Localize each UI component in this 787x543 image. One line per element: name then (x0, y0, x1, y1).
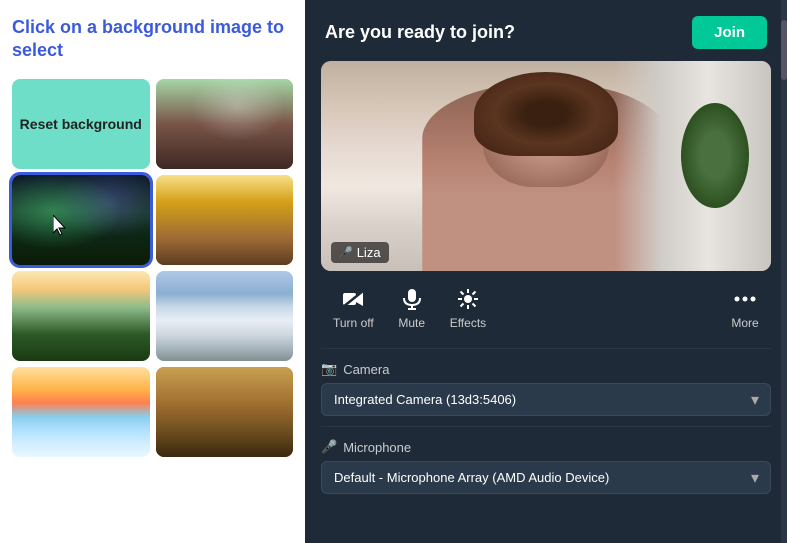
camera-select-wrapper: Integrated Camera (13d3:5406) (321, 383, 771, 416)
video-header: Are you ready to join? Join (305, 0, 787, 61)
video-off-icon (339, 285, 367, 313)
ready-text: Are you ready to join? (325, 22, 515, 43)
microphone-icon: 🎤 (321, 439, 337, 455)
camera-section: 📷 Camera Integrated Camera (13d3:5406) (305, 353, 787, 422)
more-icon (731, 285, 759, 313)
divider-2 (321, 426, 771, 427)
join-button[interactable]: Join (692, 16, 767, 49)
more-control[interactable]: More (719, 281, 771, 334)
bg-chairs[interactable] (156, 175, 294, 265)
camera-icon: 📷 (321, 361, 337, 377)
left-panel: Click on a background image to select Re… (0, 0, 305, 543)
bg-mountains[interactable] (156, 271, 294, 361)
effects-label: Effects (450, 316, 486, 330)
bg-cafe[interactable] (156, 79, 294, 169)
bg-resort[interactable] (156, 367, 294, 457)
turn-off-label: Turn off (333, 316, 374, 330)
bg-aurora[interactable] (12, 175, 150, 265)
video-container: 🎤 Liza (321, 61, 771, 271)
scrollbar[interactable] (781, 0, 787, 543)
mute-label: Mute (398, 316, 425, 330)
video-person (321, 61, 771, 271)
microphone-section: 🎤 Microphone Default - Microphone Array … (305, 431, 787, 500)
camera-label: 📷 Camera (321, 361, 771, 377)
microphone-label: 🎤 Microphone (321, 439, 771, 455)
bg-sunset[interactable] (12, 367, 150, 457)
bg-reset[interactable]: Reset background (12, 79, 150, 169)
microphone-select[interactable]: Default - Microphone Array (AMD Audio De… (321, 461, 771, 494)
divider-1 (321, 348, 771, 349)
scrollbar-thumb (781, 20, 787, 80)
right-panel: Are you ready to join? Join 🎤 Liza (305, 0, 787, 543)
instruction-text: Click on a background image to select (12, 16, 293, 63)
controls-bar: Turn off Mute (305, 271, 787, 344)
name-badge: 🎤 Liza (331, 242, 389, 263)
microphone-label-text: Microphone (343, 440, 411, 455)
microphone-select-wrapper: Default - Microphone Array (AMD Audio De… (321, 461, 771, 494)
mic-mute-icon (398, 285, 426, 313)
effects-icon (454, 285, 482, 313)
background-grid: Reset background (12, 79, 293, 457)
effects-control[interactable]: Effects (438, 281, 498, 334)
camera-label-text: Camera (343, 362, 389, 377)
reset-label: Reset background (20, 115, 142, 133)
camera-select[interactable]: Integrated Camera (13d3:5406) (321, 383, 771, 416)
turn-off-control[interactable]: Turn off (321, 281, 386, 334)
user-name: Liza (357, 245, 381, 260)
mute-control[interactable]: Mute (386, 281, 438, 334)
more-label: More (731, 316, 758, 330)
mic-icon: 🎤 (339, 246, 353, 259)
hair (474, 72, 618, 156)
bg-forest[interactable] (12, 271, 150, 361)
bg-plant (681, 103, 749, 208)
